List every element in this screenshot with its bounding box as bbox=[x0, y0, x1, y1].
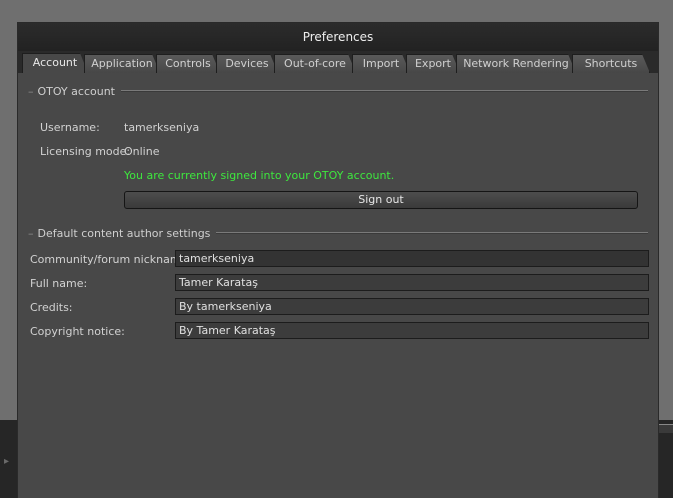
tab-devices[interactable]: Devices bbox=[216, 54, 278, 73]
section-divider bbox=[216, 232, 648, 234]
author-settings-section-header: – Default content author settings bbox=[28, 226, 648, 240]
dialog-title: Preferences bbox=[18, 23, 658, 51]
copyright-field[interactable]: By Tamer Karataş bbox=[175, 322, 649, 339]
sign-in-status-message: You are currently signed into your OTOY … bbox=[124, 169, 395, 182]
sign-out-button[interactable]: Sign out bbox=[124, 191, 638, 209]
tab-shortcuts[interactable]: Shortcuts bbox=[572, 54, 650, 73]
nickname-label: Community/forum nickname: bbox=[30, 253, 192, 266]
tab-out-of-core[interactable]: Out-of-core bbox=[274, 54, 356, 73]
full-name-label: Full name: bbox=[30, 277, 88, 290]
tab-application[interactable]: Application bbox=[84, 54, 160, 73]
tab-account[interactable]: Account bbox=[22, 53, 88, 73]
copyright-label: Copyright notice: bbox=[30, 325, 125, 338]
credits-label: Credits: bbox=[30, 301, 73, 314]
full-name-field[interactable]: Tamer Karataş bbox=[175, 274, 649, 291]
licensing-mode-value: Online bbox=[124, 145, 160, 158]
tab-controls[interactable]: Controls bbox=[156, 54, 220, 73]
username-label: Username: bbox=[40, 121, 100, 134]
otoy-account-section-title: OTOY account bbox=[37, 84, 115, 98]
preferences-dialog: Preferences Account Application Controls… bbox=[17, 22, 659, 498]
background-scroll-indicator bbox=[659, 424, 673, 433]
background-icon: ▸ bbox=[4, 456, 10, 467]
nickname-field[interactable]: tamerkseniya bbox=[175, 250, 649, 267]
tab-import[interactable]: Import bbox=[352, 54, 410, 73]
tab-export[interactable]: Export bbox=[406, 54, 460, 73]
tab-network-rendering[interactable]: Network Rendering bbox=[456, 54, 576, 73]
licensing-mode-label: Licensing mode: bbox=[40, 145, 131, 158]
section-divider bbox=[120, 90, 648, 92]
otoy-account-section-header: – OTOY account bbox=[28, 84, 648, 98]
author-settings-section-title: Default content author settings bbox=[37, 226, 211, 240]
tab-bar: Account Application Controls Devices Out… bbox=[18, 51, 658, 73]
username-value: tamerkseniya bbox=[124, 121, 200, 134]
credits-field[interactable]: By tamerkseniya bbox=[175, 298, 649, 315]
